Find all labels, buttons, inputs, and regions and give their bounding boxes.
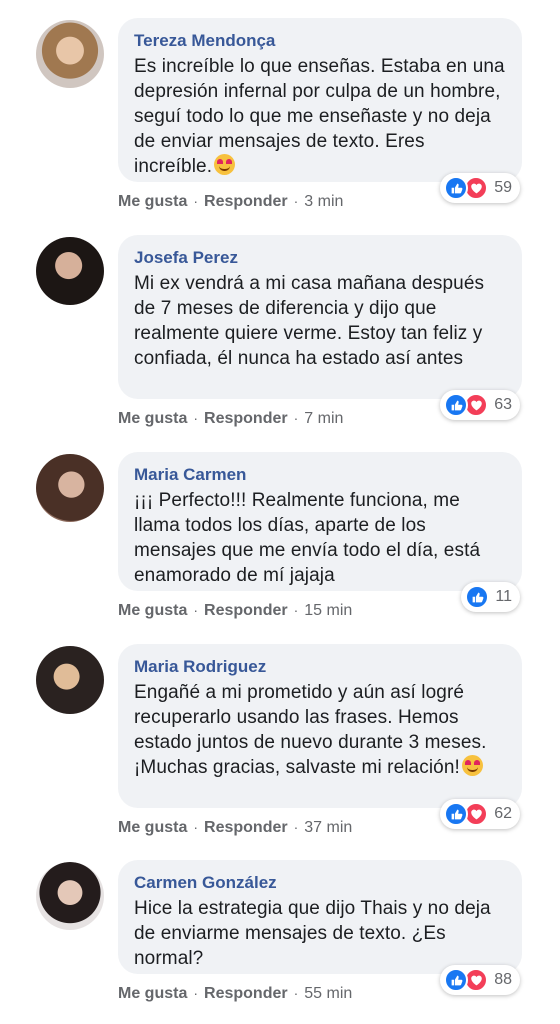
commenter-name[interactable]: Tereza Mendonça [134,30,506,52]
separator: · [193,410,199,426]
like-reaction-icon [465,585,490,609]
comment-text: Engañé a mi prometido y aún así logré re… [134,680,506,780]
reaction-count: 59 [494,179,512,196]
avatar[interactable] [36,237,104,305]
reaction-count: 11 [495,588,512,605]
reaction-summary[interactable]: 59 [440,173,520,203]
separator: · [193,193,199,209]
separator: · [193,819,199,835]
like-reaction-icon [444,393,469,417]
commenter-name[interactable]: Maria Rodriguez [134,656,506,678]
comment-text: Hice la estrategia que dijo Thais y no d… [134,898,491,969]
like-link[interactable]: Me gusta [118,818,187,838]
heart-eyes-emoji-icon [214,154,236,175]
comment-text: ¡¡¡ Perfecto!!! Realmente funciona, me l… [134,490,481,586]
reaction-count: 63 [494,396,512,413]
comment-bubble: Maria Carmen ¡¡¡ Perfecto!!! Realmente f… [118,452,522,591]
comment-actions: Me gusta · Responder · 7 min [118,408,343,429]
like-reaction-icon [444,176,469,200]
comment-bubble: Tereza Mendonça Es increíble lo que ense… [118,18,522,182]
separator: · [293,410,299,426]
comment-time[interactable]: 7 min [304,409,343,429]
smiling-face-with-hearts-emoji-icon [461,755,483,776]
like-link[interactable]: Me gusta [118,984,187,1004]
comment-time[interactable]: 37 min [304,818,352,838]
comment-actions: Me gusta · Responder · 3 min [118,191,343,212]
comment-body: Engañé a mi prometido y aún así logré re… [134,682,487,778]
comment-text: Mi ex vendrá a mi casa mañana después de… [134,273,485,369]
commenter-name[interactable]: Maria Carmen [134,464,506,486]
comment-bubble: Maria Rodriguez Engañé a mi prometido y … [118,644,522,808]
separator: · [293,985,299,1001]
avatar[interactable] [36,862,104,930]
separator: · [193,985,199,1001]
reply-link[interactable]: Responder [204,409,288,429]
comment-bubble: Josefa Perez Mi ex vendrá a mi casa maña… [118,235,522,399]
separator: · [193,602,199,618]
commenter-name[interactable]: Josefa Perez [134,247,506,269]
reaction-count: 62 [494,805,512,822]
like-link[interactable]: Me gusta [118,601,187,621]
reaction-summary[interactable]: 88 [440,965,520,995]
like-link[interactable]: Me gusta [118,192,187,212]
reply-link[interactable]: Responder [204,984,288,1004]
comment-actions: Me gusta · Responder · 15 min [118,600,352,621]
comment-actions: Me gusta · Responder · 55 min [118,983,352,1004]
avatar[interactable] [36,454,104,522]
reaction-count: 88 [494,971,512,988]
reply-link[interactable]: Responder [204,601,288,621]
commenter-name[interactable]: Carmen González [134,872,506,894]
avatar[interactable] [36,646,104,714]
like-reaction-icon [444,968,469,992]
comment-body: Es increíble lo que enseñas. Estaba en u… [134,56,505,177]
reaction-summary[interactable]: 63 [440,390,520,420]
comment-time[interactable]: 3 min [304,192,343,212]
reply-link[interactable]: Responder [204,818,288,838]
like-reaction-icon [444,802,469,826]
comment-text: Es increíble lo que enseñas. Estaba en u… [134,54,506,179]
separator: · [293,819,299,835]
comment-time[interactable]: 15 min [304,601,352,621]
avatar[interactable] [36,20,104,88]
reaction-summary[interactable]: 11 [461,582,520,612]
comment-actions: Me gusta · Responder · 37 min [118,817,352,838]
comment-bubble: Carmen González Hice la estrategia que d… [118,860,522,974]
separator: · [293,193,299,209]
reaction-summary[interactable]: 62 [440,799,520,829]
comment-time[interactable]: 55 min [304,984,352,1004]
like-link[interactable]: Me gusta [118,409,187,429]
reply-link[interactable]: Responder [204,192,288,212]
separator: · [293,602,299,618]
